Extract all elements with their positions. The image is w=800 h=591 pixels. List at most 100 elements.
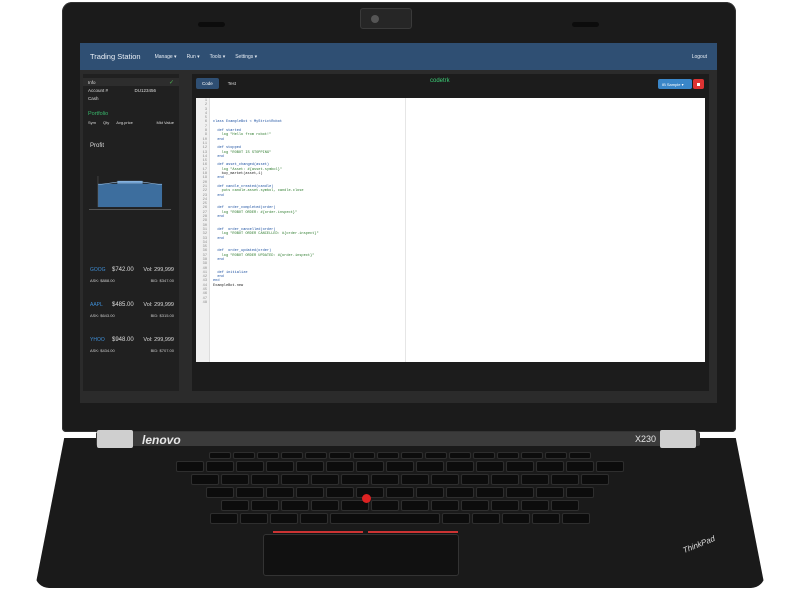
ticker-volume: Vol: 299,999 <box>143 302 174 308</box>
keyboard-key[interactable] <box>191 474 219 485</box>
keyboard-key[interactable] <box>300 513 328 524</box>
ticker-price: $742.00 <box>112 267 134 273</box>
keyboard-key[interactable] <box>353 452 375 459</box>
portfolio-title: Portfolio <box>88 111 109 117</box>
keyboard-key[interactable] <box>209 452 231 459</box>
keyboard-key[interactable] <box>281 500 309 511</box>
keyboard-key[interactable] <box>521 452 543 459</box>
nav-manage[interactable]: Manage ▾ <box>155 54 177 60</box>
keyboard-key[interactable] <box>296 487 324 498</box>
keyboard-key[interactable] <box>326 487 354 498</box>
keyboard-key[interactable] <box>532 513 560 524</box>
keyboard-key[interactable] <box>371 500 399 511</box>
keyboard-key[interactable] <box>401 500 429 511</box>
keyboard-key[interactable] <box>473 452 495 459</box>
keyboard-key[interactable] <box>431 474 459 485</box>
keyboard-key[interactable] <box>566 487 594 498</box>
touchpad[interactable] <box>263 534 459 576</box>
nav-run[interactable]: Run ▾ <box>187 54 200 60</box>
keyboard-key[interactable] <box>476 487 504 498</box>
keyboard-key[interactable] <box>442 513 470 524</box>
keyboard-key[interactable] <box>266 487 294 498</box>
keyboard-key[interactable] <box>536 487 564 498</box>
nav-settings[interactable]: Settings ▾ <box>235 54 257 60</box>
keyboard-key[interactable] <box>329 452 351 459</box>
keyboard-key[interactable] <box>233 452 255 459</box>
keyboard-key[interactable] <box>251 500 279 511</box>
keyboard-key[interactable] <box>257 452 279 459</box>
keyboard-key[interactable] <box>491 500 519 511</box>
keyboard-key[interactable] <box>506 461 534 472</box>
ticker-yhoo[interactable]: YHOO $948.00 Vol: 299,999 ASK: $434.00 BID:… <box>90 337 174 353</box>
environment-select[interactable]: IB Sample ▾ <box>658 79 692 89</box>
keyboard-key[interactable] <box>386 487 414 498</box>
keyboard-key[interactable] <box>270 513 298 524</box>
code-editor[interactable]: 1 2 3 4 5 6 7 8 9 10 11 12 13 14 15 16 1… <box>196 98 705 362</box>
keyboard-key[interactable] <box>446 487 474 498</box>
ticker-goog[interactable]: GOOG $742.00 Vol: 299,999 ASK: $888.00 BID:… <box>90 267 174 283</box>
keyboard-key[interactable] <box>461 500 489 511</box>
keyboard-key[interactable] <box>431 500 459 511</box>
keyboard-key[interactable] <box>240 513 268 524</box>
keyboard-key[interactable] <box>497 452 519 459</box>
keyboard-key[interactable] <box>401 474 429 485</box>
keyboard-key[interactable] <box>446 461 474 472</box>
keyboard-key[interactable] <box>221 474 249 485</box>
keyboard-key[interactable] <box>521 500 549 511</box>
keyboard-key[interactable] <box>377 452 399 459</box>
keyboard-key[interactable] <box>472 513 500 524</box>
ticker-price: $485.00 <box>112 302 134 308</box>
keyboard-key[interactable] <box>305 452 327 459</box>
keyboard-key[interactable] <box>491 474 519 485</box>
keyboard-key[interactable] <box>416 487 444 498</box>
keyboard-key[interactable] <box>581 474 609 485</box>
keyboard-key[interactable] <box>401 452 423 459</box>
keyboard-key[interactable] <box>449 452 471 459</box>
keyboard-key[interactable] <box>206 461 234 472</box>
keyboard-key[interactable] <box>330 513 440 524</box>
keyboard-key[interactable] <box>596 461 624 472</box>
keyboard-key[interactable] <box>281 452 303 459</box>
app-brand[interactable]: Trading Station <box>90 52 141 61</box>
keyboard-key[interactable] <box>281 474 309 485</box>
keyboard-key[interactable] <box>371 474 399 485</box>
keyboard-key[interactable] <box>545 452 567 459</box>
keyboard-key[interactable] <box>311 500 339 511</box>
keyboard-key[interactable] <box>425 452 447 459</box>
keyboard-key[interactable] <box>326 461 354 472</box>
keyboard-key[interactable] <box>502 513 530 524</box>
keyboard-key[interactable] <box>569 452 591 459</box>
stop-button[interactable] <box>693 79 704 89</box>
keyboard-key[interactable] <box>476 461 504 472</box>
trackpoint[interactable] <box>362 494 371 503</box>
keyboard-key[interactable] <box>236 461 264 472</box>
keyboard-key[interactable] <box>416 461 444 472</box>
keyboard-key[interactable] <box>521 474 549 485</box>
keyboard-key[interactable] <box>266 461 294 472</box>
code-text[interactable]: class ExampleBot < MyStrictRobot def sta… <box>213 99 319 288</box>
col-mkt-value: Mkt Value <box>156 120 175 125</box>
nav-tools[interactable]: Tools ▾ <box>210 54 226 60</box>
keyboard-key[interactable] <box>221 500 249 511</box>
keyboard-key[interactable] <box>236 487 264 498</box>
keyboard-key[interactable] <box>356 461 384 472</box>
keyboard-key[interactable] <box>206 487 234 498</box>
keyboard-key[interactable] <box>536 461 564 472</box>
keyboard-key[interactable] <box>296 461 324 472</box>
keyboard-key[interactable] <box>311 474 339 485</box>
ticker-aapl[interactable]: AAPL $485.00 Vol: 299,999 ASK: $643.00 BID:… <box>90 302 174 318</box>
keyboard-key[interactable] <box>251 474 279 485</box>
keyboard-key[interactable] <box>551 474 579 485</box>
keyboard-key[interactable] <box>176 461 204 472</box>
keyboard-key[interactable] <box>461 474 489 485</box>
keyboard-key[interactable] <box>551 500 579 511</box>
tab-test[interactable]: Test <box>222 78 242 89</box>
keyboard-key[interactable] <box>341 474 369 485</box>
tab-code[interactable]: Code <box>196 78 219 89</box>
keyboard-key[interactable] <box>386 461 414 472</box>
keyboard-key[interactable] <box>210 513 238 524</box>
keyboard-key[interactable] <box>562 513 590 524</box>
keyboard-key[interactable] <box>506 487 534 498</box>
keyboard-key[interactable] <box>566 461 594 472</box>
logout-link[interactable]: Logout <box>692 54 707 60</box>
